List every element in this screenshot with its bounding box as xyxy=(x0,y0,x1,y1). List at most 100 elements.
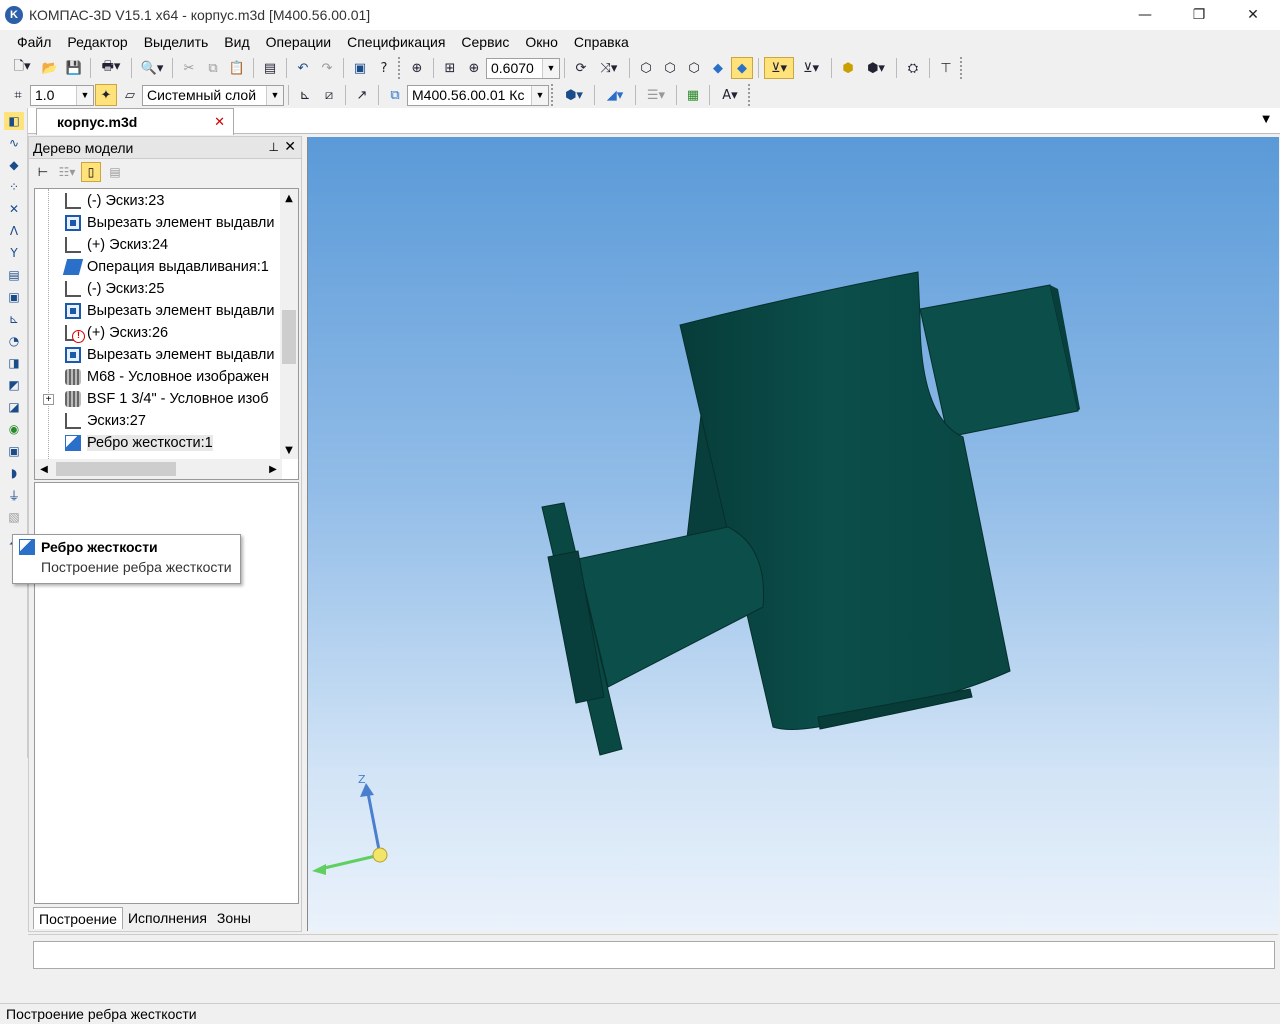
orientation-plane-icon[interactable]: ⧄ xyxy=(318,84,340,106)
chevron-down-icon[interactable]: ▼ xyxy=(542,58,559,78)
scroll-thumb[interactable] xyxy=(282,310,296,364)
tree-item-cut-extrude[interactable]: Вырезать элемент выдавли xyxy=(35,212,280,234)
chevron-down-icon[interactable]: ▼ xyxy=(531,85,548,105)
material-icon[interactable]: ◢▾ xyxy=(600,84,630,106)
halftone-icon[interactable]: ◆ xyxy=(707,57,729,79)
toolbar-grip[interactable] xyxy=(748,84,753,106)
close-window-button[interactable]: ✕ xyxy=(1226,0,1280,30)
tree-item-thread-bsf[interactable]: + BSF 1 3/4" - Условное изоб xyxy=(35,388,280,410)
close-panel-icon[interactable]: ✕ xyxy=(284,138,296,155)
loft-tool-icon[interactable]: ◉ xyxy=(4,420,24,438)
print-icon[interactable]: 🖶▾ xyxy=(96,57,126,79)
report-icon[interactable]: ▣ xyxy=(4,288,24,306)
new-file-icon[interactable]: 🗋▾ xyxy=(7,57,37,79)
tree-order-icon[interactable]: ▯ xyxy=(81,162,101,182)
extrude-tool-icon[interactable]: ◨ xyxy=(4,354,24,372)
redo-icon[interactable]: ↷ xyxy=(316,57,338,79)
chevron-down-icon[interactable]: ▼ xyxy=(76,85,93,105)
hidden-thin-lines-icon[interactable]: ⬡ xyxy=(683,57,705,79)
cube-yellow-icon[interactable]: ⬢ xyxy=(837,57,859,79)
chevron-down-icon[interactable]: ▼ xyxy=(266,85,283,105)
scroll-down-icon[interactable]: ▼ xyxy=(280,441,298,459)
tree-item-cut-extrude[interactable]: Вырезать элемент выдавли xyxy=(35,300,280,322)
undo-icon[interactable]: ↶ xyxy=(292,57,314,79)
library-icon[interactable]: ⛭ xyxy=(902,57,924,79)
rotate-icon[interactable]: ⟳ xyxy=(570,57,592,79)
tree-group-icon[interactable]: ▤ xyxy=(105,162,125,182)
sheet-metal-icon[interactable]: ◔ xyxy=(4,332,24,350)
cut-tool-icon[interactable]: ▣ xyxy=(4,442,24,460)
scroll-up-icon[interactable]: ▲ xyxy=(280,189,298,207)
tree-list-icon[interactable]: ☷▾ xyxy=(57,162,77,182)
zoom-all-icon[interactable]: ⊞ xyxy=(439,57,461,79)
color-icon[interactable]: ⬢▾ xyxy=(559,84,589,106)
properties-icon[interactable]: ▤ xyxy=(259,57,281,79)
minimize-button[interactable]: — xyxy=(1118,0,1172,30)
preview-icon[interactable]: 🔍▾ xyxy=(137,57,167,79)
cut-icon[interactable]: ✂ xyxy=(178,57,200,79)
tree-item-sketch-25[interactable]: (-) Эскиз:25 xyxy=(35,278,280,300)
save-icon[interactable]: 💾 xyxy=(63,57,85,79)
menu-file[interactable]: Файл xyxy=(9,34,59,50)
lighting-icon[interactable]: ☰▾ xyxy=(641,84,671,106)
menu-edit[interactable]: Редактор xyxy=(59,34,135,50)
rotate-tool-icon[interactable]: ◩ xyxy=(4,376,24,394)
fillet-tool-icon[interactable]: ◗ xyxy=(4,464,24,482)
open-folder-icon[interactable]: 📂 xyxy=(39,57,61,79)
expand-icon[interactable]: + xyxy=(43,393,54,405)
part-model[interactable] xyxy=(541,271,1080,756)
shell-tool-icon[interactable]: ▧ xyxy=(4,508,24,526)
scroll-thumb[interactable] xyxy=(56,462,176,476)
arrays-icon[interactable]: ⁘ xyxy=(4,178,24,196)
command-input[interactable] xyxy=(33,941,1275,969)
wireframe-icon[interactable]: ⬡ xyxy=(635,57,657,79)
coordinates-icon[interactable]: ↗ xyxy=(351,84,373,106)
kinematic-tool-icon[interactable]: ◪ xyxy=(4,398,24,416)
filter-icon[interactable]: ⊻▾ xyxy=(764,57,794,79)
step-cursor-icon[interactable]: ⌗ xyxy=(7,84,29,106)
zoom-window-icon[interactable]: ⊕ xyxy=(406,57,428,79)
copy-icon[interactable]: ⧉ xyxy=(202,57,224,79)
filter-objects-icon[interactable]: Y xyxy=(4,244,24,262)
tree-item-rib-1[interactable]: Ребро жесткости:1 xyxy=(35,432,280,454)
menu-view[interactable]: Вид xyxy=(216,34,257,50)
scroll-right-icon[interactable]: ▶ xyxy=(264,459,282,479)
step-combo[interactable]: 1.0 ▼ xyxy=(30,84,94,106)
tree-horizontal-scrollbar[interactable]: ◀ ▶ xyxy=(35,459,282,479)
maximize-button[interactable]: ❐ xyxy=(1172,0,1226,30)
menu-service[interactable]: Сервис xyxy=(453,34,517,50)
manager-icon[interactable]: ▣ xyxy=(349,57,371,79)
part-insert-icon[interactable]: ⬢▾ xyxy=(861,57,891,79)
diagnostics-icon[interactable]: Λ xyxy=(4,222,24,240)
tree-item-extrude-1[interactable]: Операция выдавливания:1 xyxy=(35,256,280,278)
menu-window[interactable]: Окно xyxy=(517,34,566,50)
tree-item-thread-m68[interactable]: М68 - Условное изображен xyxy=(35,366,280,388)
layer-combo[interactable]: Системный слой ▼ xyxy=(142,84,284,106)
scroll-left-icon[interactable]: ◀ xyxy=(35,459,53,479)
pin-icon[interactable]: ⊥ xyxy=(269,140,279,154)
chamfer-tool-icon[interactable]: ⏚ xyxy=(4,486,24,504)
tab-construction[interactable]: Построение xyxy=(33,907,123,929)
context-help-icon[interactable]: ? xyxy=(373,57,395,79)
specification-icon[interactable]: ▤ xyxy=(4,266,24,284)
tab-versions[interactable]: Исполнения xyxy=(123,907,212,929)
designation-combo[interactable]: М400.56.00.01 Кс ▼ xyxy=(407,84,549,106)
close-tab-icon[interactable]: ✕ xyxy=(214,114,225,130)
menu-help[interactable]: Справка xyxy=(566,34,637,50)
dimensions-icon[interactable]: ⊾ xyxy=(4,310,24,328)
toolbar-grip[interactable] xyxy=(551,84,556,106)
tab-list-chevron-icon[interactable]: ▼ xyxy=(1262,114,1270,125)
local-cs-icon[interactable]: ⊾ xyxy=(294,84,316,106)
tree-item-sketch-23[interactable]: (-) Эскиз:23 xyxy=(35,190,280,212)
menu-operations[interactable]: Операции xyxy=(258,34,340,50)
document-tab[interactable]: корпус.m3d ✕ xyxy=(36,108,234,135)
measure-icon[interactable]: ⊤ xyxy=(935,57,957,79)
menu-select[interactable]: Выделить xyxy=(136,34,217,50)
tree-item-sketch-26[interactable]: (+) Эскиз:26 xyxy=(35,322,280,344)
tree-item-cut-extrude[interactable]: Вырезать элемент выдавли xyxy=(35,344,280,366)
zoom-scale-combo[interactable]: 0.6070 ▼ xyxy=(486,57,560,79)
tree-item-sketch-27[interactable]: Эскиз:27 xyxy=(35,410,280,432)
tab-zones[interactable]: Зоны xyxy=(212,907,256,929)
snap-grid-icon[interactable]: ✦ xyxy=(95,84,117,106)
halftone-edges-icon[interactable]: ◆ xyxy=(731,57,753,79)
